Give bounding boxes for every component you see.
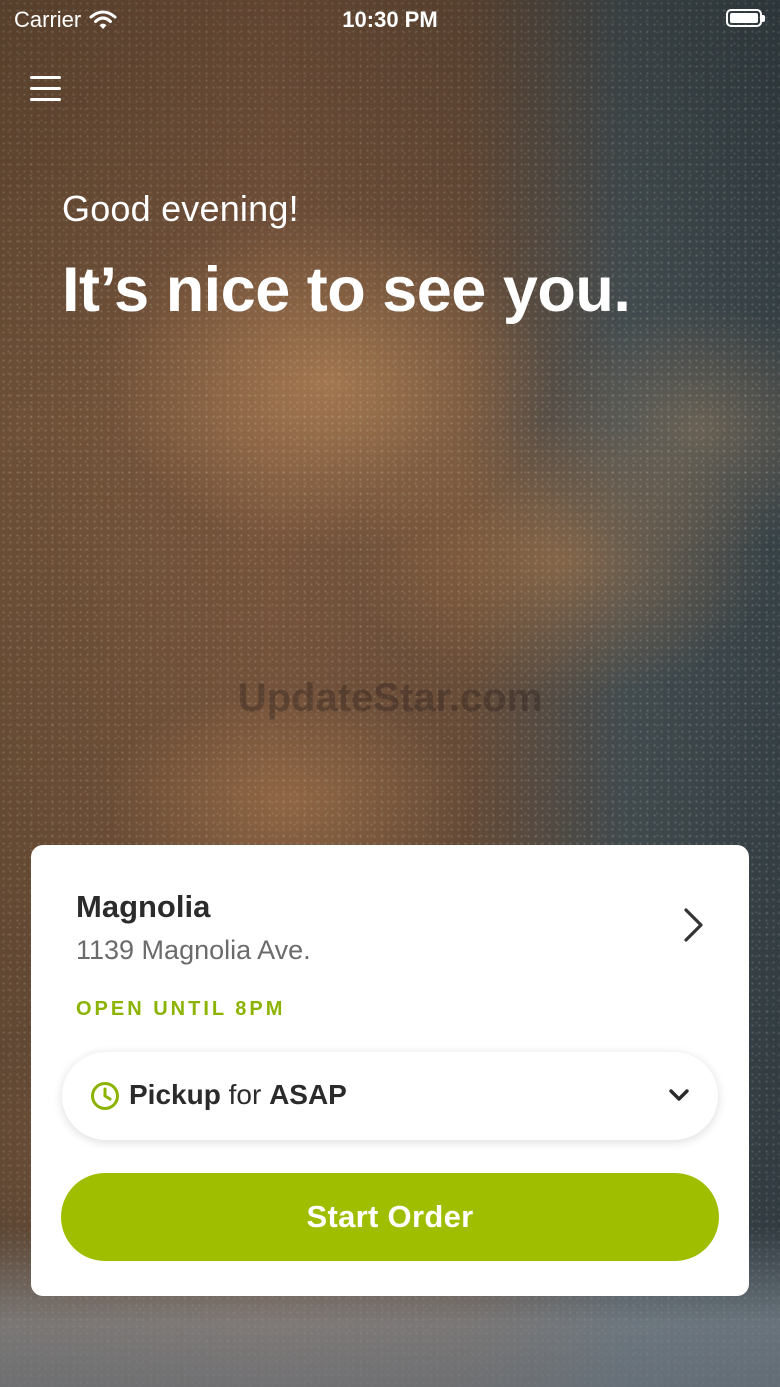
order-connector: for <box>228 1079 262 1110</box>
status-bar: Carrier 10:30 PM <box>0 0 780 40</box>
pickup-summary: Pickup for ASAP <box>129 1079 347 1111</box>
chevron-down-icon <box>669 1089 689 1101</box>
pickup-time-dropdown[interactable]: Pickup for ASAP <box>62 1052 718 1140</box>
welcome-headline: It’s nice to see you. <box>62 255 631 325</box>
order-time: ASAP <box>269 1079 347 1110</box>
store-name: Magnolia <box>76 889 211 924</box>
battery-icon <box>726 9 765 27</box>
clock-icon <box>91 1082 119 1110</box>
menu-icon[interactable] <box>30 76 61 102</box>
store-address: 1139 Magnolia Ave. <box>76 935 311 965</box>
greeting-text: Good evening! <box>62 188 299 229</box>
location-selector[interactable]: Magnolia 1139 Magnolia Ave. <box>31 845 749 965</box>
order-mode: Pickup <box>129 1079 221 1110</box>
watermark: UpdateStar.com <box>237 676 543 720</box>
clock-time: 10:30 PM <box>342 7 438 32</box>
open-status-label: OPEN UNTIL 8PM <box>76 998 286 1020</box>
start-order-button[interactable]: Start Order <box>61 1173 719 1261</box>
order-card: Magnolia 1139 Magnolia Ave. OPEN UNTIL 8… <box>31 845 749 1296</box>
chevron-right-icon <box>684 908 703 942</box>
menu-bar <box>30 98 61 101</box>
menu-bar <box>30 76 61 79</box>
menu-bar <box>30 87 61 90</box>
